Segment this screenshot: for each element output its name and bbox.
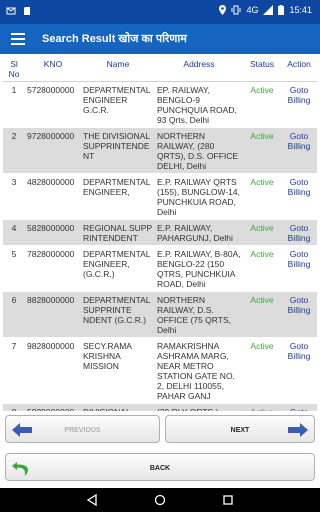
col-header-address: Address (155, 56, 243, 82)
cell-status: Active (243, 173, 281, 220)
cell-address: E.P. RAILWAY QRTS (155), BUNGLOW-14, PUN… (155, 173, 243, 220)
previous-button[interactable]: PREVIOUS (5, 415, 160, 443)
network-type: 4G (246, 5, 259, 15)
nav-recents-icon[interactable] (222, 494, 234, 506)
col-header-kno: KNO (25, 56, 81, 82)
cell-kno: 4828000000 (25, 173, 81, 220)
arrow-right-icon (288, 423, 308, 437)
cell-name: SECY.RAMA KRISHNA MISSION (81, 337, 155, 404)
cell-kno: 8828000000 (25, 291, 81, 338)
battery-icon (278, 5, 285, 15)
signal-icon (263, 5, 274, 15)
goto-billing-link[interactable]: Goto Billing (281, 173, 317, 220)
location-icon (219, 5, 227, 15)
cell-sl-no: 7 (3, 337, 25, 404)
nav-home-icon[interactable] (154, 494, 166, 506)
table-row: 2 9728000000 THE DIVISIONAL SUPPRINTENDE N… (3, 127, 317, 174)
cell-kno: 5928000000 (25, 403, 81, 411)
col-header-name: Name (81, 56, 155, 82)
menu-icon[interactable] (11, 33, 25, 45)
sd-card-icon (24, 7, 30, 15)
cell-sl-no: 6 (3, 291, 25, 338)
cell-sl-no: 3 (3, 173, 25, 220)
table-row: 4 5828000000 REGIONAL SUPP RINTENDENT E.P. … (3, 219, 317, 246)
cell-name: REGIONAL SUPP RINTENDENT (81, 219, 155, 246)
goto-billing-link[interactable]: Goto Billing (281, 337, 317, 404)
cell-kno: 7828000000 (25, 245, 81, 292)
vibrate-icon (231, 5, 241, 15)
back-button[interactable]: BACK (5, 453, 315, 481)
cell-status: Active (243, 219, 281, 246)
cell-name: DIVISIONAL SUPERINTENDEN (81, 403, 155, 411)
cell-address: NORTHERN RAILWAY, D.S. OFFICE (75 QRTS, … (155, 291, 243, 338)
cell-kno: 5728000000 (25, 81, 81, 128)
cell-status: Active (243, 245, 281, 292)
cell-kno: 9728000000 (25, 127, 81, 174)
cell-name: THE DIVISIONAL SUPPRINTENDE NT (81, 127, 155, 174)
cell-name: DEPARTMENTAL SUPPRINTE NDENT (G.C.R.) (81, 291, 155, 338)
goto-billing-link[interactable]: Goto Billing (281, 245, 317, 292)
cell-sl-no: 2 (3, 127, 25, 174)
app-bar: Search Result खोज का परिणाम (0, 24, 320, 54)
table-header-row: Sl No KNO Name Address Status Action (3, 56, 317, 82)
table-row: 3 4828000000 DEPARTMENTAL ENGINEER, E.P. RA… (3, 173, 317, 220)
table-row: 85928000000DIVISIONAL SUPERINTENDEN(39 R… (3, 403, 317, 411)
goto-billing-link[interactable]: Goto Billing (281, 219, 317, 246)
previous-label: PREVIOUS (64, 427, 101, 434)
cell-kno: 9828000000 (25, 337, 81, 404)
clock: 15:41 (289, 5, 312, 15)
cell-sl-no: 4 (3, 219, 25, 246)
cell-status: Active (243, 337, 281, 404)
next-button[interactable]: NEXT (165, 415, 315, 443)
goto-billing-link[interactable]: Goto Billing (281, 81, 317, 128)
table-row: 1 5728000000 DEPARTMENTAL ENGINEER G.C.R. E… (3, 81, 317, 128)
status-bar: 4G 15:41 (0, 0, 320, 24)
cell-kno: 5828000000 (25, 219, 81, 246)
results-table: Sl No KNO Name Address Status Action 1 57… (3, 56, 317, 411)
cell-address: (39 RLY QRTS.), NORTHERN RAILWAY, (155, 403, 243, 411)
cell-status: Active (243, 127, 281, 174)
cell-address: NORTHERN RAILWAY, (280 QRTS), D.S. OFFIC… (155, 127, 243, 174)
cell-status: Active (243, 291, 281, 338)
col-header-action: Action (281, 56, 317, 82)
cell-sl-no: 1 (3, 81, 25, 128)
results-table-container[interactable]: Sl No KNO Name Address Status Action 1 57… (3, 56, 317, 411)
system-nav-bar (0, 488, 320, 512)
cell-sl-no: 8 (3, 403, 25, 411)
cell-address: E.P. RAILWAY, B-80A, BENGLO-22 (150 QTRS… (155, 245, 243, 292)
table-row: 6 8828000000 DEPARTMENTAL SUPPRINTE NDENT … (3, 291, 317, 338)
cell-name: DEPARTMENTAL ENGINEER, (81, 173, 155, 220)
table-row: 5 7828000000 DEPARTMENTAL ENGINEER, (G.C.R… (3, 245, 317, 292)
cell-sl-no: 5 (3, 245, 25, 292)
cell-name: DEPARTMENTAL ENGINEER, (G.C.R.) (81, 245, 155, 292)
cell-address: EP. RAILWAY, BENGLO-9 PUNCHQUIA ROAD, 93… (155, 81, 243, 128)
nav-back-icon[interactable] (86, 494, 98, 506)
goto-billing-link[interactable]: Goto Billing (281, 127, 317, 174)
page-title: Search Result खोज का परिणाम (42, 33, 187, 45)
goto-billing-link[interactable]: Goto Billing (281, 291, 317, 338)
back-label: BACK (149, 465, 171, 472)
cell-address: E.P. RAILWAY, PAHARGUNJ, Delhi (155, 219, 243, 246)
col-header-status: Status (243, 56, 281, 82)
cell-status: Active (243, 403, 281, 411)
message-icon (6, 7, 16, 15)
cell-status: Active (243, 81, 281, 128)
table-row: 7 9828000000 SECY.RAMA KRISHNA MISSION RAMA… (3, 337, 317, 404)
cell-address: RAMAKRISHNA ASHRAMA MARG, NEAR METRO STA… (155, 337, 243, 404)
goto-billing-link[interactable]: Goto Billing (281, 403, 317, 411)
col-header-sl: Sl No (3, 56, 25, 82)
cell-name: DEPARTMENTAL ENGINEER G.C.R. (81, 81, 155, 128)
